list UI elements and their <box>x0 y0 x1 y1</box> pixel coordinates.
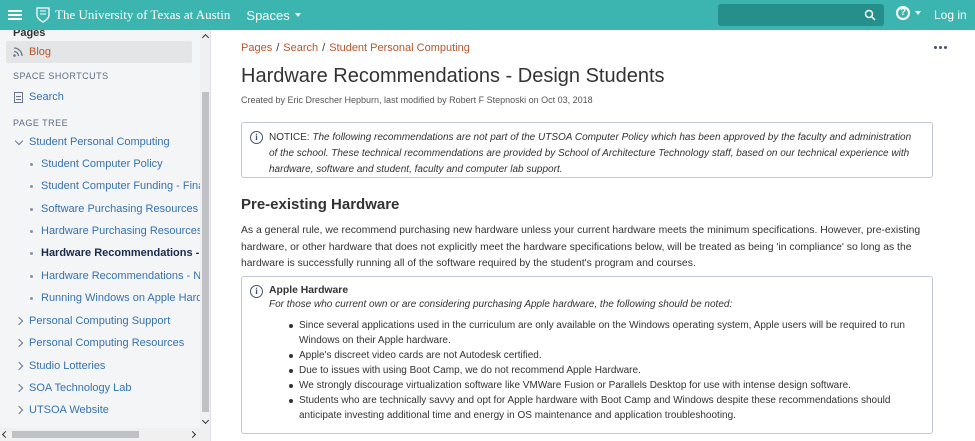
scrollbar-thumb[interactable] <box>12 431 139 438</box>
tree-item-label: Hardware Recommendations - D <box>41 247 211 259</box>
notice-panel: i NOTICE: The following recommendations … <box>241 122 933 178</box>
chevron-right-icon[interactable] <box>14 338 24 348</box>
tree-item-label: Hardware Purchasing Resources <box>41 225 203 237</box>
tree-item-label: Personal Computing Support <box>29 315 171 327</box>
breadcrumb-link[interactable]: Pages <box>241 42 272 54</box>
chevron-right-icon[interactable] <box>14 405 24 415</box>
tree-item-label: Hardware Recommendations - Nor <box>41 270 211 282</box>
rss-icon <box>13 47 23 57</box>
tree-item[interactable]: Student Computer Policy <box>30 158 163 170</box>
tree-item-label: Student Computer Policy <box>41 158 163 170</box>
brand-text: The University of Texas at Austin <box>55 7 231 22</box>
page-byline: Created by Eric Drescher Hepburn, last m… <box>241 95 593 105</box>
document-icon <box>14 91 23 103</box>
bullet-icon <box>30 274 33 278</box>
tree-item-label: Student Computer Funding - Finan <box>41 180 211 192</box>
shield-logo-icon <box>36 7 50 23</box>
chevron-right-icon[interactable] <box>14 361 24 371</box>
tree-item[interactable]: Software Purchasing Resources <box>30 203 198 215</box>
tree-item-label: Running Windows on Apple Hardw <box>41 292 211 304</box>
tree-item-label: SOA Technology Lab <box>29 382 132 394</box>
chevron-right-icon[interactable] <box>14 316 24 326</box>
tree-item-label: Studio Lotteries <box>29 360 106 372</box>
tree-item[interactable]: SOA Technology Lab <box>14 382 132 394</box>
sidebar-item-label: Blog <box>29 46 52 58</box>
section-paragraph: As a general rule, we recommend purchasi… <box>241 225 921 269</box>
tree-item[interactable]: UTSOA Website <box>14 404 109 416</box>
spaces-menu-button[interactable]: Spaces <box>246 7 301 23</box>
tree-item[interactable]: Studio Lotteries <box>14 360 106 372</box>
shortcut-search-link[interactable]: Search <box>14 91 64 103</box>
chevron-down-icon[interactable] <box>14 136 24 145</box>
bullet-icon <box>30 229 33 233</box>
tree-item[interactable]: Hardware Recommendations - Nor <box>30 270 211 282</box>
tree-item[interactable]: Running Windows on Apple Hardw <box>30 292 210 304</box>
panel-subtitle: For those who current own or are conside… <box>269 299 733 310</box>
tree-item-label: Student Personal Computing <box>29 136 170 148</box>
notice-prefix: NOTICE: <box>269 132 313 143</box>
breadcrumb-separator: / <box>322 42 326 54</box>
login-link[interactable]: Log in <box>934 8 967 22</box>
question-circle-icon: ? <box>896 6 910 20</box>
apple-hardware-panel: i Apple Hardware For those who current o… <box>241 276 933 434</box>
menu-icon[interactable] <box>0 0 30 30</box>
breadcrumb-link[interactable]: Student Personal Computing <box>329 42 470 54</box>
sidebar: Pages Blog SPACE SHORTCUTS Search PAGE T… <box>0 30 211 441</box>
chevron-down-icon <box>294 13 301 17</box>
sidebar-item-pages[interactable]: Pages <box>13 30 45 39</box>
info-icon: i <box>250 131 263 144</box>
tree-item[interactable]: Student Computer Funding - Finan <box>30 180 210 192</box>
list-item: Apple's discreet video cards are not Aut… <box>289 348 922 363</box>
list-item: We strongly discourage virtualization so… <box>289 378 922 393</box>
tree-item-root[interactable]: Student Personal Computing <box>14 136 170 148</box>
space-shortcuts-heading: SPACE SHORTCUTS <box>13 71 109 81</box>
breadcrumb: Pages / Search / Student Personal Computing <box>241 42 470 54</box>
page-title: Hardware Recommendations - Design Studen… <box>241 65 665 87</box>
list-item: Since several applications used in the c… <box>289 318 922 348</box>
top-navigation-bar: The University of Texas at Austin Spaces… <box>0 0 975 30</box>
help-menu-button[interactable]: ? <box>896 6 921 20</box>
scroll-down-icon[interactable] <box>201 416 210 425</box>
bullet-icon <box>30 184 33 188</box>
info-icon: i <box>250 285 263 298</box>
tree-item-label: Personal Computing Resources <box>29 337 185 349</box>
bullet-icon <box>30 162 33 166</box>
bullet-icon <box>30 207 33 211</box>
section-heading: Pre-existing Hardware <box>241 196 400 213</box>
list-item: Due to issues with using Boot Camp, we d… <box>289 363 922 378</box>
chevron-right-icon[interactable] <box>14 383 24 393</box>
page-tree-heading: PAGE TREE <box>13 118 69 128</box>
main-content: Pages / Search / Student Personal Computing … <box>212 30 975 441</box>
bullet-icon <box>30 296 33 300</box>
spaces-label: Spaces <box>246 7 290 23</box>
search-icon <box>864 9 876 21</box>
recommendation-list: Since several applications used in the c… <box>269 318 922 423</box>
scrollbar-thumb[interactable] <box>202 92 209 412</box>
shortcut-label: Search <box>29 91 64 103</box>
sidebar-horizontal-scrollbar[interactable] <box>0 428 210 441</box>
scroll-up-icon[interactable] <box>201 33 210 42</box>
tree-item-label: UTSOA Website <box>29 404 109 416</box>
list-item: Students who are technically savvy and o… <box>289 393 922 423</box>
tree-item[interactable]: Hardware Purchasing Resources <box>30 225 202 237</box>
tree-item[interactable]: Personal Computing Resources <box>14 337 185 349</box>
tree-item-label: Software Purchasing Resources <box>41 203 199 215</box>
site-logo[interactable]: The University of Texas at Austin <box>36 7 230 23</box>
breadcrumb-link[interactable]: Search <box>283 42 318 54</box>
sidebar-item-blog[interactable]: Blog <box>6 41 192 63</box>
sidebar-vertical-scrollbar[interactable] <box>200 30 210 428</box>
scroll-right-icon[interactable] <box>188 430 197 439</box>
panel-title: Apple Hardware <box>269 285 349 296</box>
search-input[interactable] <box>718 4 884 26</box>
chevron-down-icon <box>915 11 921 15</box>
tree-item[interactable]: Personal Computing Support <box>14 315 171 327</box>
scroll-left-icon[interactable] <box>1 430 10 439</box>
bullet-icon <box>30 251 33 255</box>
breadcrumb-separator: / <box>276 42 280 54</box>
more-actions-icon[interactable] <box>934 46 947 49</box>
notice-text: The following recommendations are not pa… <box>269 132 912 175</box>
tree-item-current[interactable]: Hardware Recommendations - D <box>30 247 210 259</box>
